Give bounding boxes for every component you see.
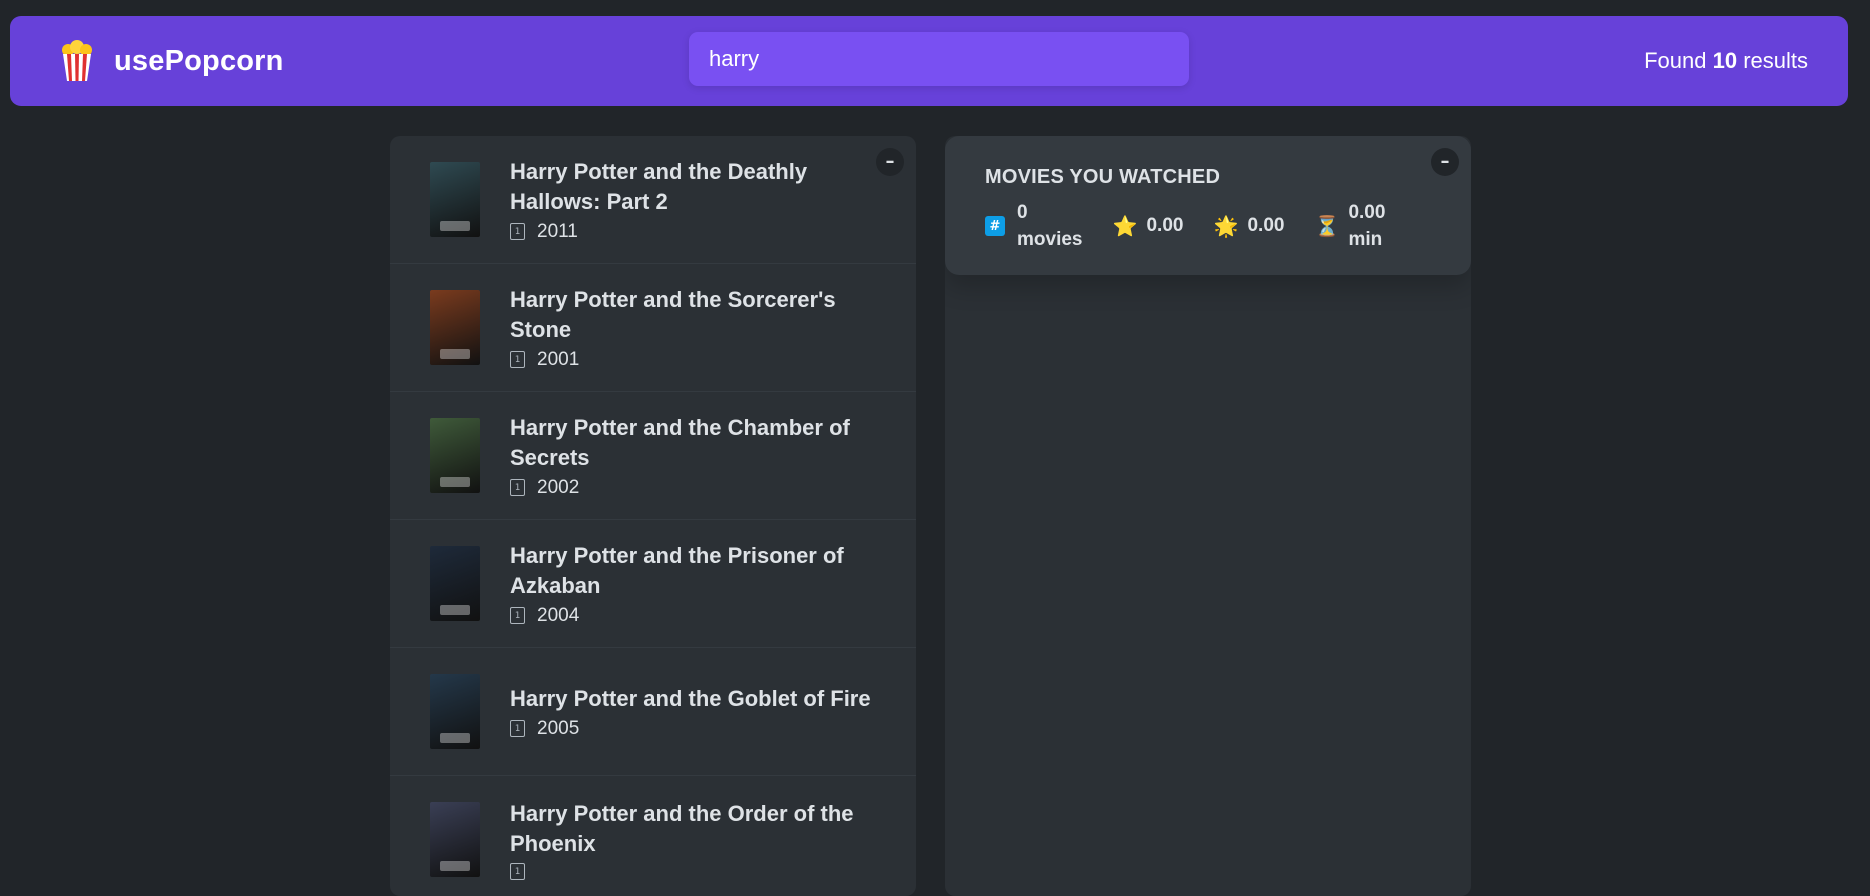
calendar-icon: 1 — [510, 607, 525, 624]
movie-list-item[interactable]: Harry Potter and the Chamber of Secrets 1… — [390, 392, 916, 520]
summary-stats: # 0 movies ⭐ 0.00 🌟 0.00 ⏳ 0.00 min — [985, 199, 1431, 253]
watched-box: – Movies you watched # 0 movies ⭐ 0.00 🌟… — [945, 136, 1471, 896]
movie-title: Harry Potter and the Chamber of Secrets — [510, 414, 850, 470]
hash-icon: # — [985, 216, 1005, 236]
movie-title: Harry Potter and the Order of the Phoeni… — [510, 801, 854, 856]
calendar-icon: 1 — [510, 351, 525, 368]
stat-user-rating: 🌟 0.00 — [1213, 214, 1284, 238]
collapse-watched-button[interactable]: – — [1431, 148, 1459, 176]
runtime-value: 0.00 — [1348, 202, 1386, 223]
movie-poster — [430, 674, 480, 749]
movie-count-value: 0 — [1017, 202, 1028, 223]
star-icon: ⭐ — [1112, 214, 1138, 238]
glowing-star-icon: 🌟 — [1213, 214, 1239, 238]
movie-count-label: movies — [1017, 229, 1083, 250]
logo: usePopcorn — [60, 40, 284, 82]
user-rating-value: 0.00 — [1247, 215, 1285, 236]
movie-title: Harry Potter and the Prisoner of Azkaban — [510, 542, 844, 598]
movie-year-row: 1 2005 — [510, 718, 871, 740]
movie-year: 2002 — [537, 476, 580, 498]
movie-list-item[interactable]: Harry Potter and the Goblet of Fire 1 2005 — [390, 648, 916, 776]
movie-year-row: 1 — [510, 863, 876, 880]
search-results-box: – Harry Potter and the Deathly Hallows: … — [390, 136, 916, 896]
movie-title: Harry Potter and the Deathly Hallows: Pa… — [510, 158, 808, 214]
nav-bar: usePopcorn Found 10 results — [10, 16, 1848, 106]
movie-title: Harry Potter and the Goblet of Fire — [510, 685, 871, 711]
app-title: usePopcorn — [114, 44, 284, 77]
collapse-results-button[interactable]: – — [876, 148, 904, 176]
movie-list-item[interactable]: Harry Potter and the Deathly Hallows: Pa… — [390, 136, 916, 264]
search-input[interactable] — [689, 32, 1189, 86]
movie-list-item[interactable]: Harry Potter and the Prisoner of Azkaban… — [390, 520, 916, 648]
results-count: Found 10 results — [1644, 48, 1808, 74]
movie-year-row: 1 2011 — [510, 221, 876, 243]
stat-runtime: ⏳ 0.00 min — [1314, 199, 1385, 253]
calendar-icon: 1 — [510, 223, 525, 240]
stat-movie-count: # 0 movies — [985, 199, 1082, 253]
results-suffix: results — [1743, 48, 1808, 73]
movie-list-item[interactable]: Harry Potter and the Order of the Phoeni… — [390, 776, 916, 896]
movie-list-item[interactable]: Harry Potter and the Sorcerer's Stone 1 20… — [390, 264, 916, 392]
results-number: 10 — [1712, 48, 1738, 73]
movie-year-row: 1 2004 — [510, 605, 876, 627]
movie-poster — [430, 290, 480, 365]
movie-title: Harry Potter and the Sorcerer's Stone — [510, 286, 836, 342]
results-prefix: Found — [1644, 48, 1707, 73]
movie-poster — [430, 162, 480, 237]
popcorn-icon — [62, 40, 92, 81]
calendar-icon: 1 — [510, 863, 525, 880]
hourglass-icon: ⏳ — [1314, 214, 1340, 238]
imdb-rating-value: 0.00 — [1146, 215, 1184, 236]
movie-poster — [430, 546, 480, 621]
calendar-icon: 1 — [510, 479, 525, 496]
movie-poster — [430, 802, 480, 877]
movie-list: Harry Potter and the Deathly Hallows: Pa… — [390, 136, 916, 896]
movie-year: 2005 — [537, 717, 580, 739]
movie-year: 2004 — [537, 604, 580, 626]
movie-year-row: 1 2001 — [510, 349, 876, 371]
movie-year: 2011 — [537, 220, 578, 242]
movie-poster — [430, 418, 480, 493]
movie-year: 2001 — [537, 348, 580, 370]
summary-title: Movies you watched — [985, 166, 1221, 188]
watched-summary: Movies you watched # 0 movies ⭐ 0.00 🌟 0… — [945, 136, 1471, 275]
calendar-icon: 1 — [510, 720, 525, 737]
runtime-unit: min — [1348, 229, 1383, 250]
stat-imdb-rating: ⭐ 0.00 — [1112, 214, 1183, 238]
movie-year-row: 1 2002 — [510, 477, 876, 499]
